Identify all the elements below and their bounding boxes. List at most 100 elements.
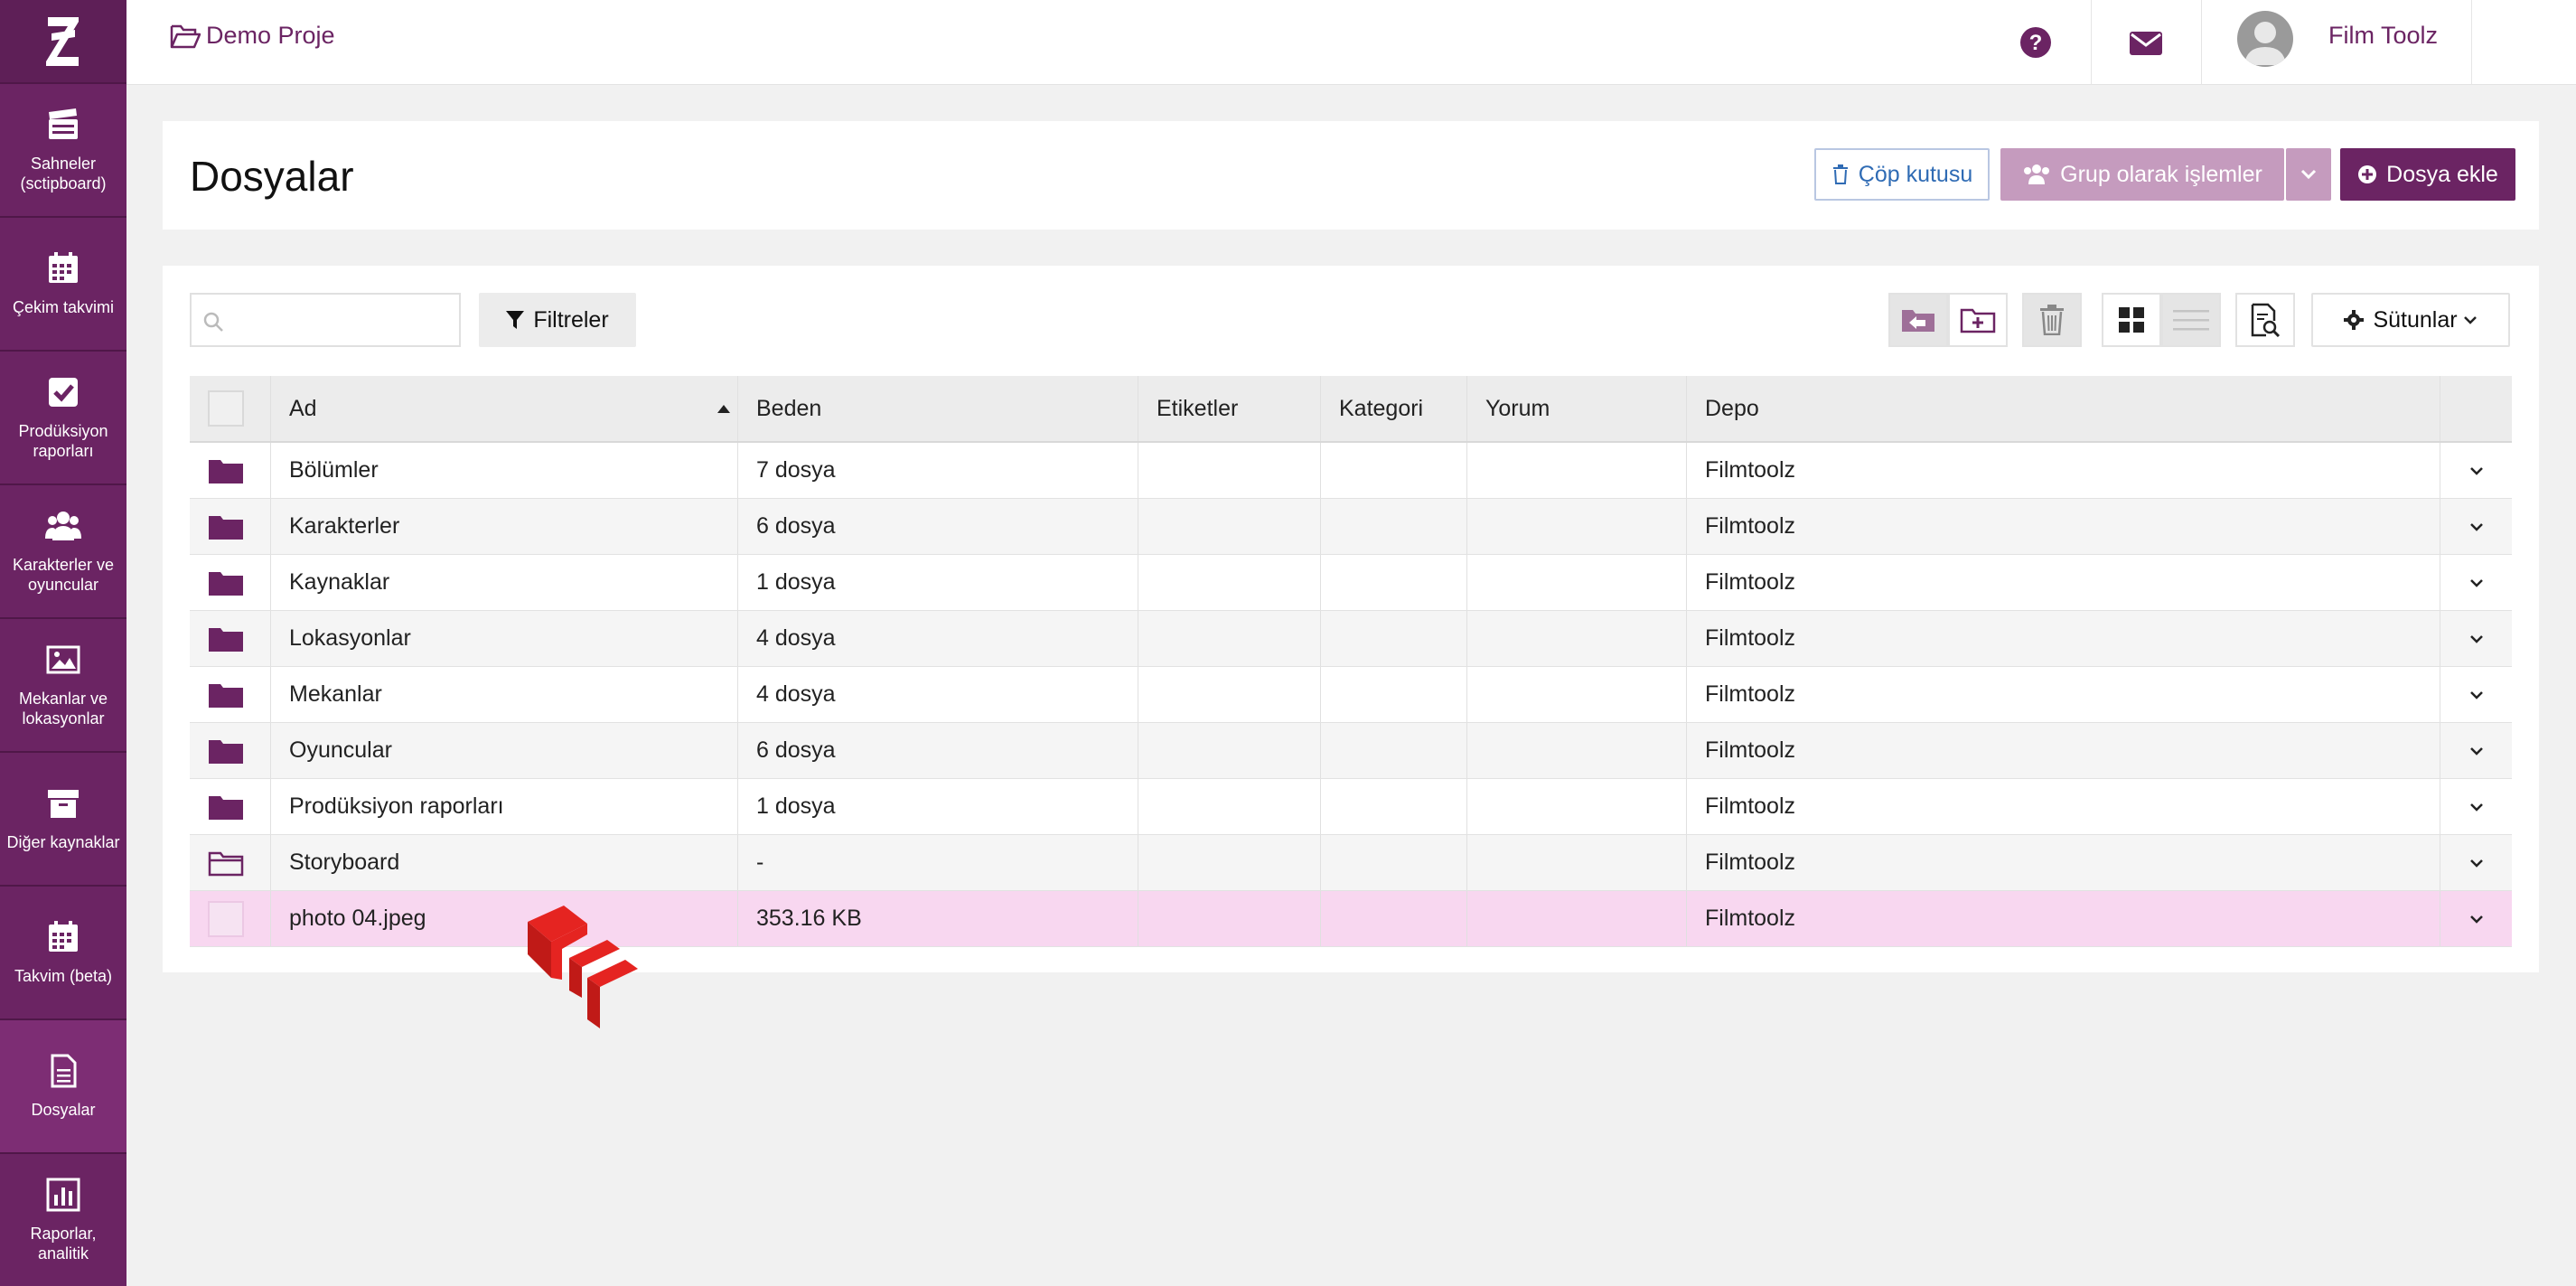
table-row[interactable]: Kaynaklar 1 dosya Filmtoolz bbox=[190, 555, 2512, 611]
sidebar-item-shooting-schedule[interactable]: Çekim takvimi bbox=[0, 218, 126, 352]
sidebar-item-files[interactable]: Dosyalar bbox=[0, 1020, 126, 1154]
cell-tags bbox=[1138, 723, 1321, 778]
avatar[interactable] bbox=[2237, 11, 2293, 67]
cell-size: - bbox=[738, 835, 1138, 890]
row-checkbox[interactable] bbox=[208, 900, 244, 937]
column-header-category[interactable]: Kategori bbox=[1321, 376, 1467, 441]
file-size: 1 dosya bbox=[756, 793, 836, 819]
sidebar-item-calendar-beta[interactable]: Takvim (beta) bbox=[0, 887, 126, 1020]
sidebar-item-other-resources[interactable]: Diğer kaynaklar bbox=[0, 753, 126, 887]
sidebar-item-reports-analytics[interactable]: Raporlar, analitik bbox=[0, 1154, 126, 1286]
sidebar-item-characters[interactable]: Karakterler ve oyuncular bbox=[0, 485, 126, 619]
file-size: 353.16 KB bbox=[756, 906, 862, 931]
table-row[interactable]: Oyuncular 6 dosya Filmtoolz bbox=[190, 723, 2512, 779]
row-actions-dropdown[interactable] bbox=[2440, 667, 2512, 722]
column-label: Etiketler bbox=[1157, 395, 1239, 421]
row-actions-dropdown[interactable] bbox=[2440, 443, 2512, 498]
new-folder-button[interactable] bbox=[1948, 293, 2008, 347]
row-actions-dropdown[interactable] bbox=[2440, 723, 2512, 778]
chevron-down-icon bbox=[2463, 316, 2477, 324]
user-name[interactable]: Film Toolz bbox=[2328, 22, 2438, 50]
file-size: 4 dosya bbox=[756, 681, 836, 707]
cell-name[interactable]: Kaynaklar bbox=[271, 555, 738, 610]
filmtoolz-logo-icon bbox=[46, 16, 79, 66]
app-logo[interactable] bbox=[0, 0, 126, 84]
filters-button[interactable]: Filtreler bbox=[479, 293, 636, 347]
column-header-tags[interactable]: Etiketler bbox=[1138, 376, 1321, 441]
column-label: Depo bbox=[1705, 395, 1759, 421]
folder-open-icon bbox=[170, 24, 201, 48]
row-actions-dropdown[interactable] bbox=[2440, 779, 2512, 834]
preview-button[interactable] bbox=[2235, 293, 2295, 347]
cell-comment bbox=[1467, 611, 1687, 666]
chevron-down-icon bbox=[2469, 915, 2483, 924]
folder-icon bbox=[209, 795, 243, 820]
mail-icon[interactable] bbox=[2127, 23, 2165, 61]
document-icon bbox=[51, 1054, 77, 1088]
plus-circle-icon bbox=[2358, 165, 2377, 183]
row-actions-dropdown[interactable] bbox=[2440, 611, 2512, 666]
column-header-size[interactable]: Beden bbox=[738, 376, 1138, 441]
sidebar-item-label: Dosyalar bbox=[31, 1101, 96, 1119]
cell-size: 4 dosya bbox=[738, 667, 1138, 722]
group-actions-dropdown[interactable] bbox=[2286, 148, 2331, 201]
group-actions-button[interactable]: Grup olarak işlemler bbox=[2000, 148, 2284, 201]
columns-button[interactable]: Sütunlar bbox=[2311, 293, 2510, 347]
cell-name[interactable]: Storyboard bbox=[271, 835, 738, 890]
help-icon[interactable]: ? bbox=[2017, 23, 2055, 61]
list-view-button[interactable] bbox=[2161, 293, 2221, 347]
row-actions-dropdown[interactable] bbox=[2440, 891, 2512, 946]
trash-button[interactable]: Çöp kutusu bbox=[1814, 148, 1990, 201]
add-file-button[interactable]: Dosya ekle bbox=[2340, 148, 2515, 201]
cell-name[interactable]: Oyuncular bbox=[271, 723, 738, 778]
filter-icon bbox=[506, 311, 525, 329]
table-row[interactable]: Prodüksiyon raporları 1 dosya Filmtoolz bbox=[190, 779, 2512, 835]
cell-size: 6 dosya bbox=[738, 499, 1138, 554]
cell-name[interactable]: Bölümler bbox=[271, 443, 738, 498]
project-link[interactable]: Demo Proje bbox=[170, 22, 335, 50]
file-size: 4 dosya bbox=[756, 625, 836, 651]
row-actions-dropdown[interactable] bbox=[2440, 835, 2512, 890]
grid-view-button[interactable] bbox=[2102, 293, 2161, 347]
cell-storage: Filmtoolz bbox=[1687, 611, 2440, 666]
cell-name[interactable]: Karakterler bbox=[271, 499, 738, 554]
row-icon-cell bbox=[190, 779, 271, 834]
folder-back-icon bbox=[1902, 310, 1934, 332]
cell-name[interactable]: photo 04.jpeg bbox=[271, 891, 738, 946]
page-header: Dosyalar Çöp kutusu Grup olarak işlemler… bbox=[163, 121, 2539, 230]
trash-icon bbox=[2040, 305, 2064, 335]
row-actions-dropdown[interactable] bbox=[2440, 499, 2512, 554]
folder-icon bbox=[209, 571, 243, 596]
cell-name[interactable]: Mekanlar bbox=[271, 667, 738, 722]
table-row[interactable]: Storyboard - Filmtoolz bbox=[190, 835, 2512, 891]
move-up-folder-button[interactable] bbox=[1888, 293, 1948, 347]
search-box[interactable] bbox=[190, 293, 461, 347]
column-header-name[interactable]: Ad bbox=[271, 376, 738, 441]
cell-storage: Filmtoolz bbox=[1687, 555, 2440, 610]
search-input[interactable] bbox=[231, 300, 448, 340]
column-header-comment[interactable]: Yorum bbox=[1467, 376, 1687, 441]
cell-name[interactable]: Lokasyonlar bbox=[271, 611, 738, 666]
cell-name[interactable]: Prodüksiyon raporları bbox=[271, 779, 738, 834]
table-row[interactable]: Mekanlar 4 dosya Filmtoolz bbox=[190, 667, 2512, 723]
file-storage: Filmtoolz bbox=[1705, 850, 1796, 875]
sidebar-item-label: Takvim (beta) bbox=[14, 967, 113, 985]
table-row[interactable]: Bölümler 7 dosya Filmtoolz bbox=[190, 443, 2512, 499]
sidebar-item-scenes[interactable]: Sahneler (sctipboard) bbox=[0, 84, 126, 218]
delete-button[interactable] bbox=[2022, 293, 2082, 347]
column-header-storage[interactable]: Depo bbox=[1687, 376, 2440, 441]
gear-icon bbox=[2344, 310, 2365, 330]
row-icon-cell bbox=[190, 667, 271, 722]
list-icon bbox=[2173, 310, 2209, 331]
file-name: Lokasyonlar bbox=[289, 625, 411, 651]
table-row[interactable]: Karakterler 6 dosya Filmtoolz bbox=[190, 499, 2512, 555]
sidebar-item-locations[interactable]: Mekanlar ve lokasyonlar bbox=[0, 619, 126, 753]
row-actions-dropdown[interactable] bbox=[2440, 555, 2512, 610]
table-row[interactable]: Lokasyonlar 4 dosya Filmtoolz bbox=[190, 611, 2512, 667]
table-header: Ad Beden Etiketler Kategori Yorum Depo bbox=[190, 376, 2512, 443]
row-icon-cell bbox=[190, 555, 271, 610]
select-all-checkbox[interactable] bbox=[208, 390, 244, 427]
file-name: photo 04.jpeg bbox=[289, 906, 426, 931]
folder-icon bbox=[209, 739, 243, 764]
sidebar-item-production-reports[interactable]: Prodüksiyon raporları bbox=[0, 352, 126, 485]
